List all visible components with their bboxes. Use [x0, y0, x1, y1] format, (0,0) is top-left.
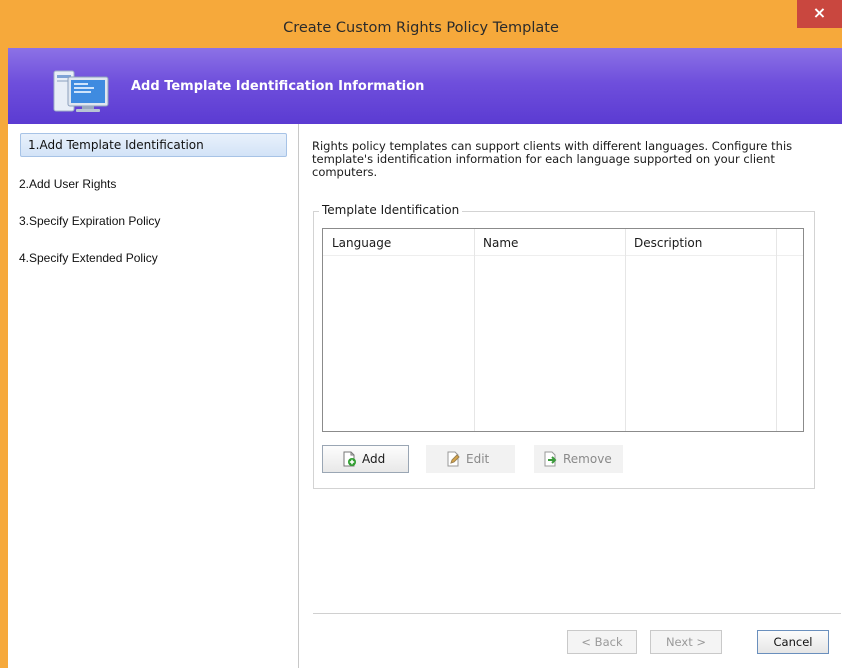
step-specify-extended-policy[interactable]: 4.Specify Extended Policy: [19, 251, 158, 265]
add-button[interactable]: Add: [322, 445, 409, 473]
add-document-icon: [343, 451, 356, 467]
remove-button-label: Remove: [563, 452, 612, 466]
column-language[interactable]: Language: [332, 236, 391, 250]
dialog-window: Create Custom Rights Policy Template × A…: [0, 0, 842, 668]
close-button[interactable]: ×: [797, 0, 842, 28]
title-bar[interactable]: Create Custom Rights Policy Template ×: [0, 0, 842, 48]
edit-button[interactable]: Edit: [426, 445, 515, 473]
column-divider: [474, 229, 475, 431]
column-description[interactable]: Description: [634, 236, 702, 250]
column-divider: [625, 229, 626, 431]
column-name[interactable]: Name: [483, 236, 518, 250]
edit-button-label: Edit: [466, 452, 490, 466]
remove-document-icon: [544, 451, 557, 467]
header-banner: Add Template Identification Information: [8, 48, 842, 124]
intro-text: Rights policy templates can support clie…: [312, 139, 793, 179]
add-button-label: Add: [362, 452, 386, 466]
step-add-user-rights[interactable]: 2.Add User Rights: [19, 177, 116, 191]
next-button[interactable]: Next >: [650, 630, 722, 654]
edit-document-icon: [447, 451, 460, 467]
window-title: Create Custom Rights Policy Template: [283, 20, 559, 36]
step-specify-expiration-policy[interactable]: 3.Specify Expiration Policy: [19, 214, 160, 228]
group-label: Template Identification: [319, 203, 463, 217]
step-add-template-identification[interactable]: 1.Add Template Identification: [20, 133, 287, 157]
cancel-button[interactable]: Cancel: [757, 630, 829, 654]
list-header: Language Name Description: [323, 229, 803, 256]
dialog-content: 1.Add Template Identification 2.Add User…: [8, 124, 842, 668]
steps-sidebar: 1.Add Template Identification 2.Add User…: [8, 124, 299, 668]
close-icon: ×: [812, 3, 827, 22]
template-identification-list[interactable]: Language Name Description: [322, 228, 804, 432]
banner-title: Add Template Identification Information: [131, 79, 425, 94]
column-divider: [776, 229, 777, 431]
footer-divider: [313, 613, 841, 614]
computer-icon: [53, 70, 109, 112]
back-button[interactable]: < Back: [567, 630, 637, 654]
remove-button[interactable]: Remove: [534, 445, 623, 473]
main-panel: Rights policy templates can support clie…: [299, 124, 842, 668]
